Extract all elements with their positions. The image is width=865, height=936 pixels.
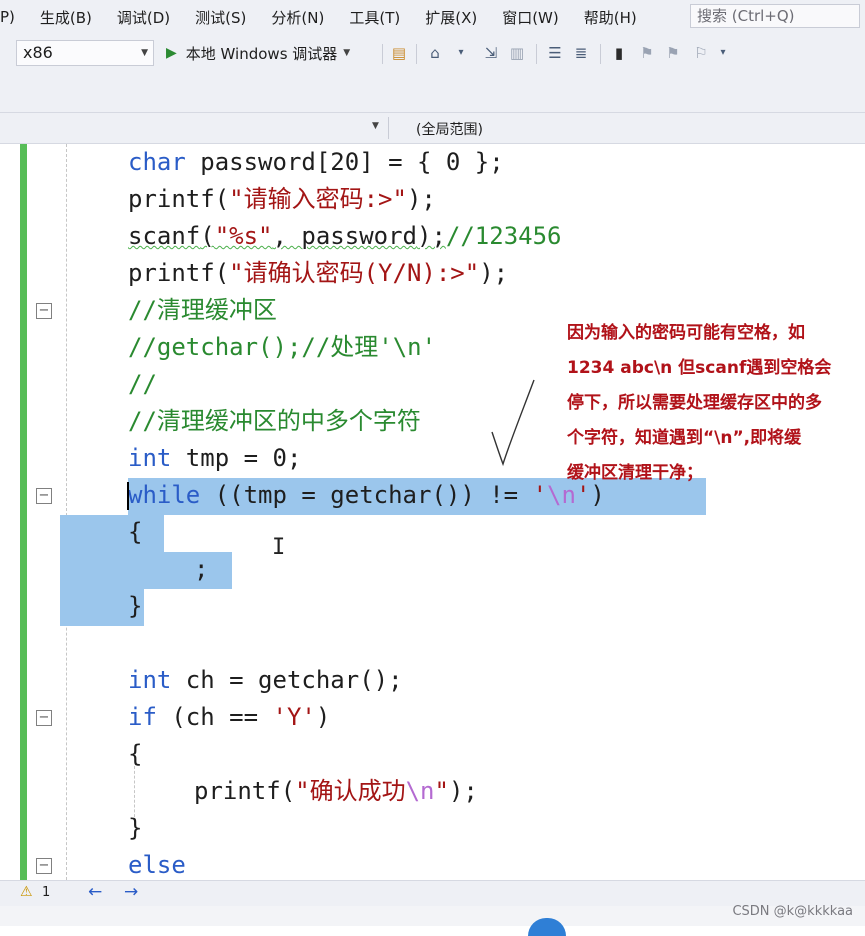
toolbar-separator (600, 44, 601, 64)
annotation-line: 1234 abc\n 但scanf遇到空格会 (567, 358, 832, 378)
ibeam-cursor-icon: I (272, 535, 286, 560)
code-line-19: else (128, 851, 186, 879)
menu-debug[interactable]: 调试(D) (104, 7, 182, 28)
start-debugger-button[interactable]: ▶ 本地 Windows 调试器 ▼ (166, 40, 350, 66)
step-over-icon[interactable]: ▥ (508, 44, 526, 62)
code-line-11: { (128, 518, 143, 546)
debugger-label: 本地 Windows 调试器 (185, 44, 338, 63)
navigation-bar: ▼ (全局范围) (0, 112, 865, 144)
warning-icon[interactable]: ⚠ (20, 884, 33, 900)
indent-icon[interactable]: ☰ (546, 44, 564, 62)
annotation-line: 停下，所以需要处理缓存区中的多 (567, 393, 822, 413)
toolbar: x86 ▼ ▶ 本地 Windows 调试器 ▼ ▤ ⌂ ▾ ⇲ ▥ ☰ ≣ ▮… (0, 34, 865, 112)
chevron-down-icon: ▼ (343, 48, 351, 58)
code-line-10: while ((tmp = getchar()) != '\n') (128, 481, 605, 509)
menu-extensions[interactable]: 扩展(X) (412, 7, 489, 28)
annotation-line: 因为输入的密码可能有空格，如 (567, 323, 805, 343)
chevron-down-icon[interactable]: ▾ (452, 44, 470, 62)
collapse-toggle-icon[interactable]: − (36, 858, 52, 874)
next-bookmark-icon[interactable]: ⚑ (664, 44, 682, 62)
warning-count: 1 (42, 885, 51, 900)
chevron-down-icon: ▼ (141, 48, 148, 58)
code-line-17: printf("确认成功\n"); (194, 777, 478, 805)
menu-help[interactable]: 帮助(H) (571, 7, 649, 28)
code-line-15: if (ch == 'Y') (128, 703, 331, 731)
code-line-16: { (128, 740, 143, 768)
watermark: CSDN @k@kkkkaa (732, 904, 853, 919)
code-line-18: } (128, 814, 143, 842)
change-tracking-bar (20, 144, 27, 880)
code-line-3: scanf("%s", password);//123456 (128, 222, 562, 250)
code-line-2: printf("请输入密码:>"); (128, 185, 436, 213)
code-line-1: char password[20] = { 0 }; (128, 148, 504, 176)
browser-icon[interactable]: ⌂ (426, 44, 444, 62)
code-editor[interactable]: − − − − char password[20] = { 0 }; print… (0, 144, 865, 880)
prev-bookmark-icon[interactable]: ⚑ (638, 44, 656, 62)
menu-build[interactable]: 生成(B) (27, 7, 104, 28)
toolbar-separator (382, 44, 383, 64)
collapse-toggle-icon[interactable]: − (36, 710, 52, 726)
code-line-13: } (128, 592, 143, 620)
clear-bookmarks-icon[interactable]: ⚐ (692, 44, 710, 62)
bookmark-icon[interactable]: ▮ (610, 44, 628, 62)
search-input[interactable]: 搜索 (Ctrl+Q) (690, 4, 860, 28)
annotation-line: 个字符，知道遇到“\n”,即将缓 (567, 428, 802, 448)
menu-project[interactable]: P) (0, 8, 27, 26)
code-line-9: int tmp = 0; (128, 444, 302, 472)
folder-search-icon[interactable]: ▤ (390, 44, 408, 62)
nav-separator (388, 117, 389, 139)
code-line-8: //清理缓冲区的中多个字符 (128, 407, 421, 435)
toolbar-separator (416, 44, 417, 64)
toolbar-separator (536, 44, 537, 64)
menu-analyze[interactable]: 分析(N) (258, 7, 336, 28)
collapse-toggle-icon[interactable]: − (36, 303, 52, 319)
annotation-line: 缓冲区清理干净； (567, 463, 703, 483)
selection-highlight (60, 515, 164, 552)
outdent-icon[interactable]: ≣ (572, 44, 590, 62)
code-line-14: int ch = getchar(); (128, 666, 403, 694)
collapse-toggle-icon[interactable]: − (36, 488, 52, 504)
menu-tools[interactable]: 工具(T) (336, 7, 412, 28)
menu-test[interactable]: 测试(S) (182, 7, 258, 28)
platform-value: x86 (23, 43, 53, 62)
code-line-12: ; (194, 555, 209, 583)
menu-window[interactable]: 窗口(W) (489, 7, 571, 28)
code-line-6: //getchar();//处理'\n' (128, 333, 437, 361)
navigate-back-icon[interactable]: ← (88, 882, 102, 902)
step-into-icon[interactable]: ⇲ (482, 44, 500, 62)
platform-dropdown[interactable]: x86 ▼ (16, 40, 154, 66)
code-line-5: //清理缓冲区 (128, 296, 277, 324)
handdrawn-check-icon (491, 379, 535, 467)
code-line-7: // (128, 370, 157, 398)
navigate-forward-icon[interactable]: → (124, 882, 138, 902)
indent-guide (66, 144, 67, 880)
chevron-down-icon[interactable]: ▼ (372, 121, 379, 131)
editor-status-bar: ⚠ 1 ← → (0, 880, 865, 906)
scope-dropdown[interactable]: (全局范围) (416, 119, 483, 139)
code-line-4: printf("请确认密码(Y/N):>"); (128, 259, 509, 287)
text-caret (127, 482, 129, 510)
chevron-down-icon[interactable]: ▾ (714, 44, 732, 62)
play-icon: ▶ (166, 45, 177, 61)
annotation-note: 因为输入的密码可能有空格，如 1234 abc\n 但scanf遇到空格会 停下… (567, 316, 847, 491)
